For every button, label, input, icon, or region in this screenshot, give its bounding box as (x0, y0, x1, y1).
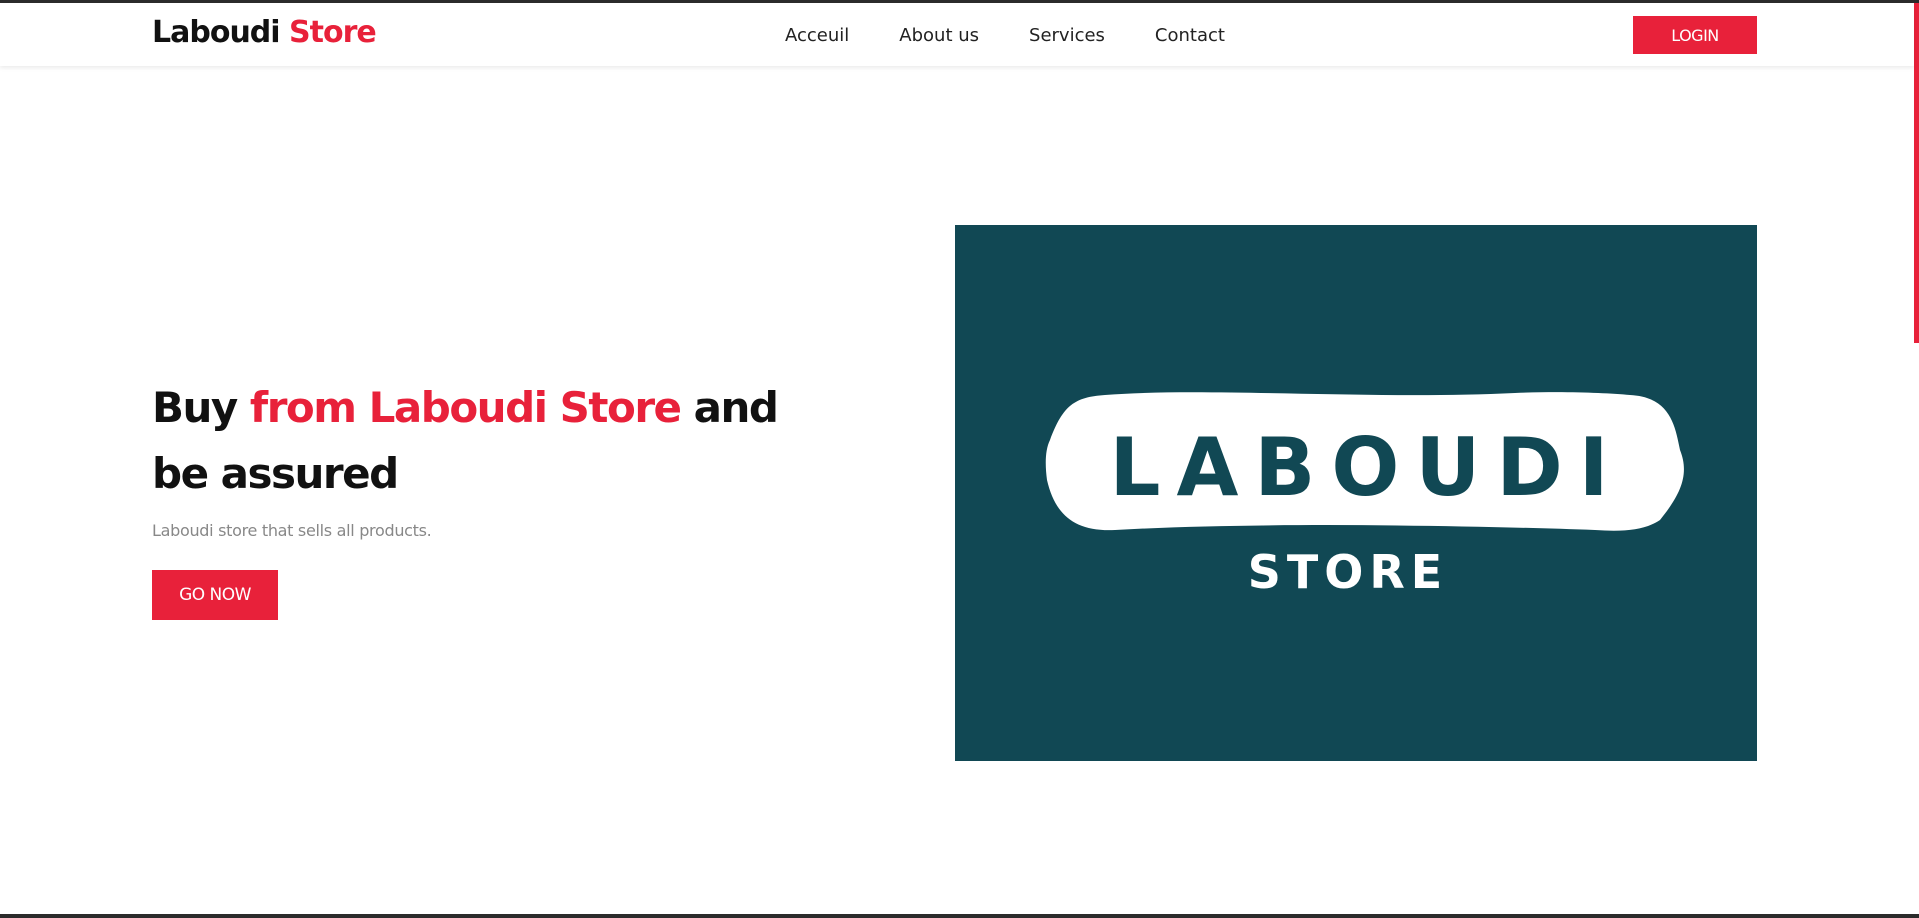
brand-logo-image: LABOUDI STORE (955, 225, 1757, 761)
site-logo[interactable]: Laboudi Store (152, 15, 377, 50)
hero-title: Buy from Laboudi Store and be assured (152, 375, 792, 507)
hero-title-accent: from Laboudi Store (249, 383, 682, 432)
nav-item-contact[interactable]: Contact (1155, 23, 1225, 49)
go-now-button[interactable]: GO NOW (152, 570, 278, 620)
hero-title-part1: Buy (152, 383, 250, 432)
nav-item-about-us[interactable]: About us (899, 23, 979, 49)
nav-item-acceuil[interactable]: Acceuil (785, 23, 849, 49)
logo-text-primary: Laboudi (152, 15, 290, 50)
logo-text-accent: Store (289, 15, 377, 50)
nav-item-services[interactable]: Services (1029, 23, 1105, 49)
logo-wordmark-laboudi: LABOUDI (1109, 421, 1624, 514)
logo-wordmark-store: STORE (1248, 545, 1448, 599)
brand-logo-graphic: LABOUDI STORE (955, 225, 1757, 761)
site-header: Laboudi Store Acceuil About us Services … (0, 3, 1914, 66)
hero-subtitle: Laboudi store that sells all products. (152, 521, 432, 540)
page-scrollbar[interactable] (1914, 3, 1919, 914)
main-nav: Acceuil About us Services Contact (785, 23, 1275, 49)
page-frame: Laboudi Store Acceuil About us Services … (0, 0, 1919, 918)
login-button[interactable]: LOGIN (1633, 16, 1757, 54)
scrollbar-thumb[interactable] (1914, 3, 1919, 343)
